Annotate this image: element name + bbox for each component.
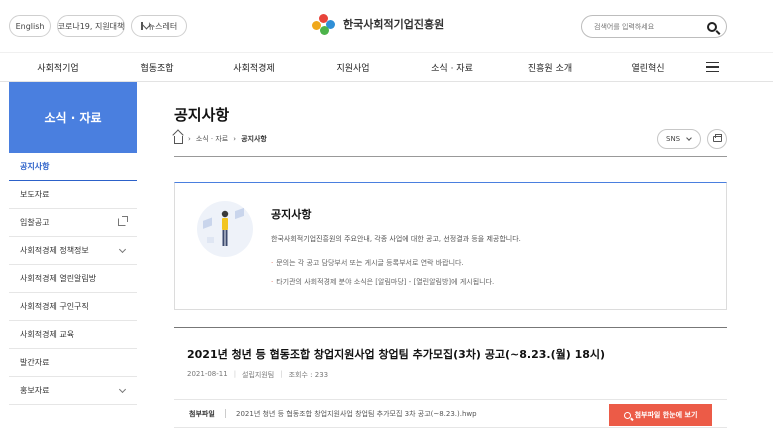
attachment-row: 첨부파일 2021년 청년 등 협동조합 창업지원사업 창업팀 추가모집 3차 … xyxy=(174,399,727,428)
info-box xyxy=(174,182,727,310)
sidebar-item-policy[interactable]: 사회적경제 정책정보 xyxy=(9,237,137,265)
sidebar-item-label: 사회적경제 열린알림방 xyxy=(20,274,97,283)
site-logo[interactable]: 한국사회적기업진흥원 xyxy=(312,11,444,37)
sidebar-item-promo[interactable]: 홍보자료 xyxy=(9,377,137,405)
nav-open-innovation[interactable]: 열린혁신 xyxy=(631,61,664,74)
print-button[interactable] xyxy=(707,129,727,149)
main-nav: 사회적기업 협동조합 사회적경제 지원사업 소식 · 자료 진흥원 소개 열린혁… xyxy=(0,52,773,82)
logo-icon xyxy=(312,11,338,37)
post-meta: 2021-08-11 | 설립지원팀 | 조회수 : 233 xyxy=(187,370,329,379)
attachment-link[interactable]: 2021년 청년 등 협동조합 창업지원사업 창업팀 추가모집 3차 공고(~8… xyxy=(236,409,477,419)
sidebar-item-label: 공지사항 xyxy=(20,162,50,171)
nav-news[interactable]: 소식 · 자료 xyxy=(431,61,473,74)
breadcrumb-current: 공지사항 xyxy=(241,135,267,143)
corona-button[interactable]: 코로나19, 지원대책 xyxy=(57,15,125,37)
english-label: English xyxy=(15,21,45,31)
attachment-preview-button[interactable]: 첨부파일 한눈에 보기 xyxy=(609,404,712,426)
menu-icon[interactable] xyxy=(706,62,719,72)
sns-button[interactable]: SNS xyxy=(657,129,701,149)
attachment-preview-label: 첨부파일 한눈에 보기 xyxy=(634,411,698,419)
sidebar-item-publications[interactable]: 발간자료 xyxy=(9,349,137,377)
sidebar-item-label: 사회적경제 구인구직 xyxy=(20,302,89,311)
post-date: 2021-08-11 xyxy=(187,370,228,378)
search-box xyxy=(581,15,727,38)
info-bullet: 타기관의 사회적경제 분야 소식은 [알림마당] - [열린알림방]에 게시됩니… xyxy=(271,277,494,287)
post-department: 설립지원팀 xyxy=(242,371,275,379)
sidebar-item-press[interactable]: 보도자료 xyxy=(9,181,137,209)
info-bullet: 문의는 각 공고 담당부서 또는 게시글 등록부서로 연락 바랍니다. xyxy=(271,258,463,268)
search-input[interactable] xyxy=(594,22,704,31)
info-title: 공지사항 xyxy=(271,208,312,221)
nav-about[interactable]: 진흥원 소개 xyxy=(528,61,572,74)
nav-support[interactable]: 지원사업 xyxy=(336,61,369,74)
divider xyxy=(174,327,727,328)
info-description: 한국사회적기업진흥원의 주요안내, 각종 사업에 대한 공고, 선정결과 등을 … xyxy=(271,235,521,243)
attachment-label: 첨부파일 xyxy=(189,410,215,418)
sidebar-item-label: 보도자료 xyxy=(20,190,50,199)
chevron-down-icon xyxy=(118,245,127,254)
sidebar-item-notice[interactable]: 공지사항 xyxy=(9,153,137,181)
breadcrumb-item[interactable]: 소식 · 자료 xyxy=(196,134,228,144)
sidebar-item-label: 홍보자료 xyxy=(20,386,50,395)
envelope-icon xyxy=(140,22,143,30)
sns-label: SNS xyxy=(666,135,681,143)
divider xyxy=(225,409,226,418)
newsletter-label: 뉴스레터 xyxy=(147,21,178,31)
nav-cooperative[interactable]: 협동조합 xyxy=(140,61,173,74)
post-views: 조회수 : 233 xyxy=(288,371,329,379)
nav-social-economy[interactable]: 사회적경제 xyxy=(233,61,274,74)
sidebar-menu: 공지사항 보도자료 입찰공고 사회적경제 정책정보 사회적경제 열린알림방 사회… xyxy=(9,153,137,405)
printer-icon xyxy=(713,134,722,142)
newsletter-button[interactable]: 뉴스레터 xyxy=(131,15,187,37)
page-title: 공지사항 xyxy=(174,106,230,124)
site-name: 한국사회적기업진흥원 xyxy=(343,18,445,31)
chevron-down-icon xyxy=(118,385,127,394)
search-icon[interactable] xyxy=(707,21,717,32)
sidebar-item-label: 발간자료 xyxy=(20,358,50,367)
external-link-icon xyxy=(118,216,128,226)
post-title: 2021년 청년 등 협동조합 창업지원사업 창업팀 추가모집(3차) 공고(~… xyxy=(187,348,606,361)
person-illustration-icon xyxy=(197,201,253,257)
divider xyxy=(174,156,727,157)
sidebar-item-label: 입찰공고 xyxy=(20,218,50,227)
home-icon[interactable] xyxy=(174,136,183,144)
english-button[interactable]: English xyxy=(9,15,51,37)
search-icon xyxy=(623,411,631,419)
corona-label: 코로나19, 지원대책 xyxy=(57,21,125,31)
sidebar-item-open-board[interactable]: 사회적경제 열린알림방 xyxy=(9,265,137,293)
sidebar-item-label: 사회적경제 정책정보 xyxy=(20,246,89,255)
sidebar-item-education[interactable]: 사회적경제 교육 xyxy=(9,321,137,349)
sidebar-title: 소식 · 자료 xyxy=(9,82,137,153)
sidebar-item-bid[interactable]: 입찰공고 xyxy=(9,209,137,237)
sidebar-item-label: 사회적경제 교육 xyxy=(20,330,75,339)
breadcrumb: › 소식 · 자료 › 공지사항 xyxy=(174,134,267,144)
sidebar-item-jobs[interactable]: 사회적경제 구인구직 xyxy=(9,293,137,321)
chevron-down-icon xyxy=(686,135,692,141)
utility-bar: English 코로나19, 지원대책 뉴스레터 xyxy=(9,15,187,37)
nav-social-enterprise[interactable]: 사회적기업 xyxy=(37,61,78,74)
